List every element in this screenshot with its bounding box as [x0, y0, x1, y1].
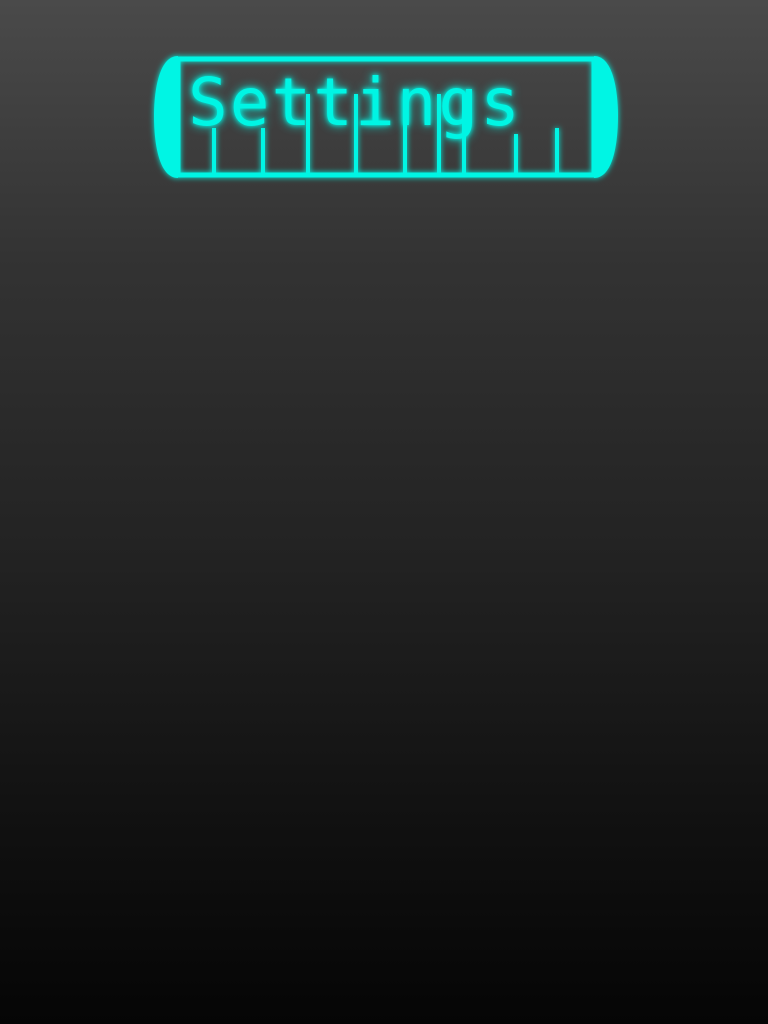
settings-title-banner: Settings	[154, 54, 618, 180]
banner-left-cap	[154, 56, 178, 178]
page-title: Settings	[188, 64, 522, 141]
banner-right-cap	[594, 56, 618, 178]
